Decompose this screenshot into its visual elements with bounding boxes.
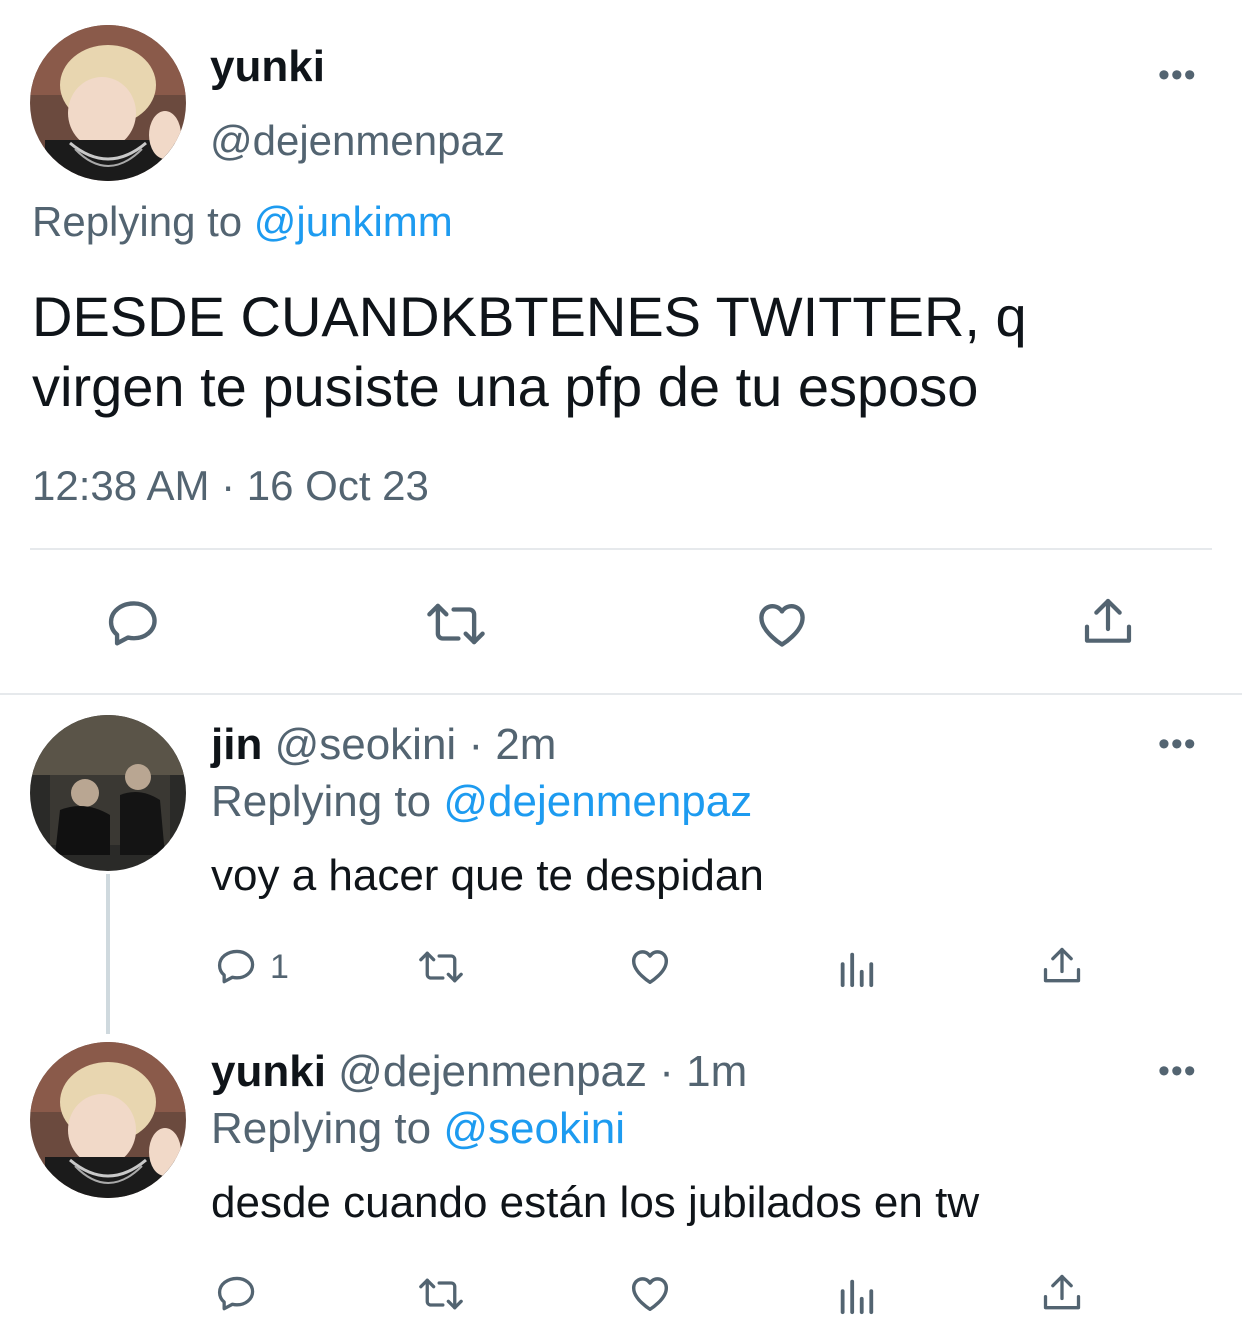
retweet-icon[interactable] [414,1272,468,1316]
like-icon[interactable] [626,943,674,989]
reply-2-display-name[interactable]: yunki [211,1047,326,1096]
reply-1-display-name[interactable]: jin [211,720,262,769]
main-replying-line: Replying to @junkimm [32,198,453,246]
views-icon[interactable] [834,947,878,989]
reply-1-more-button[interactable]: ••• [1158,727,1197,761]
reply-1-text: voy a hacer que te despidan [211,851,764,900]
share-icon[interactable] [1080,592,1136,652]
reply-icon[interactable] [214,1272,260,1316]
main-more-button[interactable]: ••• [1158,58,1197,92]
reply-2-time[interactable]: 1m [686,1047,747,1096]
divider-bottom [0,693,1242,695]
divider-top [30,548,1212,550]
main-timestamp[interactable]: 12:38 AM · 16 Oct 23 [32,462,429,510]
share-icon[interactable] [1040,1270,1084,1316]
replying-to-link[interactable]: @dejenmenpaz [443,777,752,826]
like-icon[interactable] [752,595,812,653]
reply-2-separator: · [659,1047,674,1096]
reply-2-replying-line: Replying to @seokini [211,1104,625,1154]
reply-icon[interactable] [105,595,163,653]
views-icon[interactable] [834,1274,878,1316]
replying-prefix: Replying to [211,1104,432,1153]
reply-1-separator: · [468,720,484,769]
share-icon[interactable] [1040,943,1084,989]
reply-2-more-button[interactable]: ••• [1158,1054,1197,1088]
thread-connector [106,874,110,1034]
reply-1-header: jin @seokini · 2m [211,720,556,770]
main-handle[interactable]: @dejenmenpaz [210,117,505,165]
avatar-reply-1[interactable] [30,715,186,871]
replying-to-link[interactable]: @junkimm [254,198,453,245]
reply-2-header: yunki @dejenmenpaz · 1m [211,1047,747,1097]
avatar-main[interactable] [30,25,186,181]
main-tweet-text: DESDE CUANDKBTENES TWITTER, q virgen te … [32,285,1027,418]
replying-to-link[interactable]: @seokini [443,1104,625,1153]
reply-2-text: desde cuando están los jubilados en tw [211,1178,980,1227]
reply-2-handle[interactable]: @dejenmenpaz [338,1047,647,1096]
like-icon[interactable] [626,1270,674,1316]
reply-count: 1 [270,947,289,986]
reply-1-replying-line: Replying to @dejenmenpaz [211,777,752,827]
retweet-icon[interactable] [414,945,468,989]
reply-icon[interactable]: 1 [214,945,289,989]
reply-1-time[interactable]: 2m [495,720,556,769]
avatar-reply-2[interactable] [30,1042,186,1198]
retweet-icon[interactable] [424,595,488,653]
replying-prefix: Replying to [211,777,432,826]
replying-prefix: Replying to [32,198,243,245]
main-display-name[interactable]: yunki [210,42,325,92]
reply-1-handle[interactable]: @seokini [275,720,457,769]
